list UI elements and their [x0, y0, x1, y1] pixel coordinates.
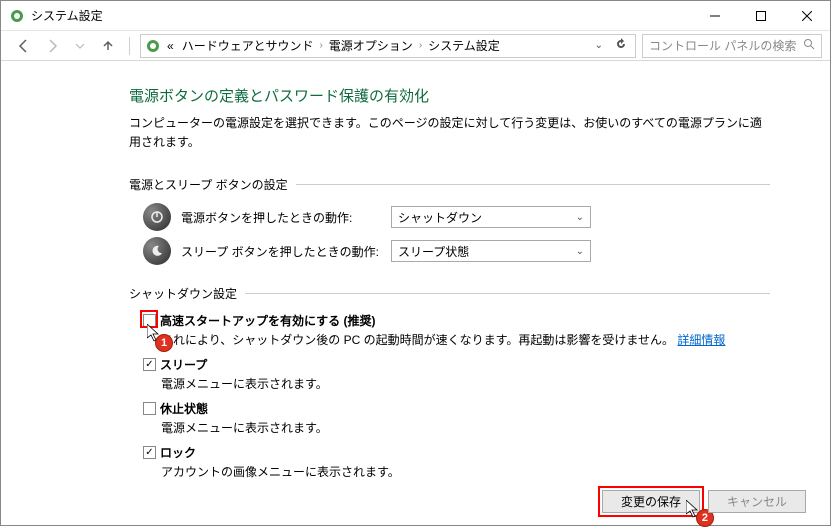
section-title: 電源とスリープ ボタンの設定	[129, 176, 288, 193]
fast-startup-label: 高速スタートアップを有効にする (推奨)	[160, 312, 375, 329]
power-options-icon	[9, 8, 25, 24]
power-button-label: 電源ボタンを押したときの動作:	[181, 209, 381, 226]
minimize-button[interactable]	[692, 1, 738, 31]
up-button[interactable]	[97, 35, 119, 57]
chevron-right-icon: ›	[319, 40, 322, 51]
chevron-right-icon: ›	[419, 40, 422, 51]
cancel-button[interactable]: キャンセル	[708, 490, 806, 513]
select-value: シャットダウン	[398, 209, 482, 226]
refresh-icon[interactable]	[611, 38, 631, 53]
lock-desc: アカウントの画像メニューに表示されます。	[161, 463, 770, 480]
section-header-shutdown: シャットダウン設定	[129, 285, 770, 302]
chevron-down-icon: ⌄	[576, 212, 584, 223]
lock-label: ロック	[160, 444, 196, 461]
section-header-power-sleep: 電源とスリープ ボタンの設定	[129, 176, 770, 193]
cancel-button-label: キャンセル	[727, 493, 787, 510]
hibernate-item: 休止状態 電源メニューに表示されます。	[143, 400, 770, 436]
annotation-badge-1: 1	[155, 334, 173, 352]
power-options-icon	[145, 38, 161, 54]
sleep-button-action-select[interactable]: スリープ状態 ⌄	[391, 240, 591, 262]
search-placeholder: コントロール パネルの検索	[649, 37, 796, 54]
content-area: 電源ボタンの定義とパスワード保護の有効化 コンピューターの電源設定を選択できます…	[1, 61, 830, 480]
sleep-desc: 電源メニューに表示されます。	[161, 375, 770, 392]
breadcrumb-part[interactable]: システム設定	[426, 37, 502, 54]
maximize-button[interactable]	[738, 1, 784, 31]
navbar: « ハードウェアとサウンド › 電源オプション › システム設定 ⌄ コントロー…	[1, 31, 830, 61]
page-heading: 電源ボタンの定義とパスワード保護の有効化	[129, 85, 770, 106]
breadcrumb-prefix[interactable]: «	[165, 39, 176, 53]
sleep-button-setting-row: スリープ ボタンを押したときの動作: スリープ状態 ⌄	[143, 237, 770, 265]
power-button-action-select[interactable]: シャットダウン ⌄	[391, 206, 591, 228]
window-title: システム設定	[31, 7, 692, 24]
recent-dropdown[interactable]	[69, 35, 91, 57]
section-title: シャットダウン設定	[129, 285, 237, 302]
fast-startup-desc: これにより、シャットダウン後の PC の起動時間が速くなります。再起動は影響を受…	[161, 331, 770, 348]
chevron-down-icon: ⌄	[576, 246, 584, 257]
fast-startup-item: 高速スタートアップを有効にする (推奨) これにより、シャットダウン後の PC …	[143, 312, 770, 348]
breadcrumb-part[interactable]: 電源オプション	[327, 37, 415, 54]
breadcrumb-part[interactable]: ハードウェアとサウンド	[180, 37, 316, 54]
breadcrumb[interactable]: « ハードウェアとサウンド › 電源オプション › システム設定 ⌄	[140, 34, 636, 58]
search-icon	[803, 38, 815, 53]
titlebar: システム設定	[1, 1, 830, 31]
save-button[interactable]: 変更の保存	[602, 490, 700, 513]
lock-item: ✓ ロック アカウントの画像メニューに表示されます。	[143, 444, 770, 480]
fast-startup-checkbox[interactable]	[143, 314, 156, 327]
hibernate-label: 休止状態	[160, 400, 208, 417]
close-button[interactable]	[784, 1, 830, 31]
forward-button[interactable]	[41, 35, 63, 57]
history-dropdown-icon[interactable]: ⌄	[591, 40, 607, 51]
sleep-icon	[143, 237, 171, 265]
details-link[interactable]: 詳細情報	[677, 333, 725, 347]
hibernate-desc: 電源メニューに表示されます。	[161, 419, 770, 436]
sleep-checkbox[interactable]: ✓	[143, 358, 156, 371]
search-input[interactable]: コントロール パネルの検索	[642, 34, 822, 58]
power-icon	[143, 203, 171, 231]
power-button-setting-row: 電源ボタンを押したときの動作: シャットダウン ⌄	[143, 203, 770, 231]
save-button-label: 変更の保存	[621, 493, 681, 510]
divider	[245, 293, 770, 294]
hibernate-checkbox[interactable]	[143, 402, 156, 415]
divider	[296, 184, 770, 185]
sleep-button-label: スリープ ボタンを押したときの動作:	[181, 243, 381, 260]
sleep-item: ✓ スリープ 電源メニューに表示されます。	[143, 356, 770, 392]
nav-separator	[129, 37, 130, 55]
sleep-label: スリープ	[160, 356, 207, 373]
back-button[interactable]	[13, 35, 35, 57]
lock-checkbox[interactable]: ✓	[143, 446, 156, 459]
page-description: コンピューターの電源設定を選択できます。このページの設定に対して行う変更は、お使…	[129, 114, 770, 152]
select-value: スリープ状態	[398, 243, 469, 260]
footer-buttons: 変更の保存 2 キャンセル	[602, 490, 806, 513]
